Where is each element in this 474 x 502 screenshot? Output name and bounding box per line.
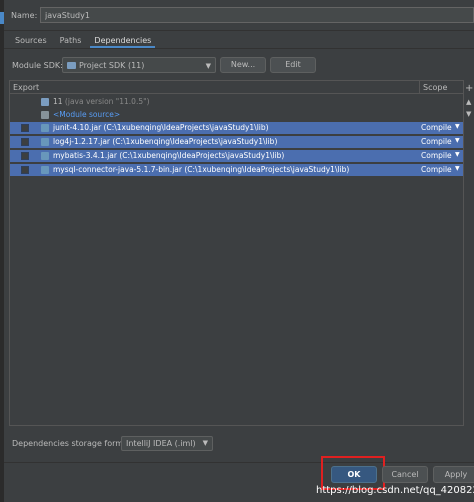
- export-checkbox[interactable]: [21, 166, 29, 174]
- column-scope[interactable]: Scope: [423, 83, 447, 92]
- chevron-down-icon[interactable]: ▼: [455, 151, 460, 158]
- storage-format-select[interactable]: IntelliJ IDEA (.iml) ▼: [121, 436, 213, 451]
- row-label: log4j-1.2.17.jar (C:\1xubenqing\IdeaProj…: [53, 137, 278, 146]
- library-icon: [41, 124, 49, 132]
- table-header: Export Scope: [10, 81, 463, 94]
- row-label: 11 (java version "11.0.5"): [53, 97, 150, 106]
- tab-dependencies[interactable]: Dependencies: [90, 35, 156, 48]
- name-label: Name:: [11, 11, 38, 20]
- new-sdk-button[interactable]: New...: [220, 57, 266, 73]
- table-row[interactable]: 11 (java version "11.0.5"): [10, 96, 463, 108]
- chevron-down-icon[interactable]: ▼: [455, 137, 460, 144]
- export-checkbox[interactable]: [21, 152, 29, 160]
- row-label: junit-4.10.jar (C:\1xubenqing\IdeaProjec…: [53, 123, 269, 132]
- scope-value[interactable]: Compile: [421, 165, 452, 174]
- tab-bar: Sources Paths Dependencies: [11, 35, 160, 48]
- library-icon: [41, 152, 49, 160]
- cancel-button[interactable]: Cancel: [382, 466, 428, 483]
- library-icon: [41, 138, 49, 146]
- divider: [4, 462, 474, 463]
- module-sdk-label: Module SDK:: [12, 61, 63, 70]
- tab-divider: [4, 48, 474, 49]
- library-icon: [41, 166, 49, 174]
- divider: [4, 30, 474, 31]
- table-row[interactable]: mysql-connector-java-5.1.7-bin.jar (C:\1…: [10, 164, 463, 176]
- scope-value[interactable]: Compile: [421, 137, 452, 146]
- chevron-down-icon: ▼: [202, 439, 208, 447]
- edit-sdk-button[interactable]: Edit: [270, 57, 316, 73]
- left-strip: [0, 0, 4, 502]
- name-input[interactable]: [40, 7, 474, 23]
- folder-icon: [67, 61, 76, 69]
- tab-sources[interactable]: Sources: [11, 35, 51, 48]
- row-label: mysql-connector-java-5.1.7-bin.jar (C:\1…: [53, 165, 350, 174]
- table-row[interactable]: <Module source>: [10, 109, 463, 121]
- table-row[interactable]: junit-4.10.jar (C:\1xubenqing\IdeaProjec…: [10, 122, 463, 134]
- side-toolbar: + ▲ ▼: [464, 80, 474, 426]
- left-accent: [0, 12, 4, 24]
- sdk-icon: [41, 98, 49, 106]
- module-sdk-value: Project SDK (11): [79, 60, 145, 70]
- scope-value[interactable]: Compile: [421, 151, 452, 160]
- folder-icon: [41, 111, 49, 119]
- column-divider: [419, 81, 420, 94]
- dependencies-table[interactable]: Export Scope 11 (java version "11.0.5") …: [9, 80, 464, 426]
- arrow-up-icon[interactable]: ▲: [466, 98, 471, 106]
- chevron-down-icon[interactable]: ▼: [455, 123, 460, 130]
- tab-paths[interactable]: Paths: [56, 35, 86, 48]
- arrow-down-icon[interactable]: ▼: [466, 110, 471, 118]
- module-sdk-select[interactable]: Project SDK (11) ▼: [62, 57, 216, 73]
- watermark: https://blog.csdn.net/qq_42082278: [316, 485, 474, 496]
- storage-format-label: Dependencies storage format:: [12, 439, 134, 448]
- export-checkbox[interactable]: [21, 138, 29, 146]
- table-row[interactable]: mybatis-3.4.1.jar (C:\1xubenqing\IdeaPro…: [10, 150, 463, 162]
- table-row[interactable]: log4j-1.2.17.jar (C:\1xubenqing\IdeaProj…: [10, 136, 463, 148]
- row-label: <Module source>: [53, 110, 121, 119]
- row-label: mybatis-3.4.1.jar (C:\1xubenqing\IdeaPro…: [53, 151, 285, 160]
- add-icon[interactable]: +: [465, 83, 473, 94]
- export-checkbox[interactable]: [21, 124, 29, 132]
- storage-format-value: IntelliJ IDEA (.iml): [126, 439, 196, 448]
- column-export[interactable]: Export: [13, 83, 39, 92]
- apply-button[interactable]: Apply: [433, 466, 474, 483]
- chevron-down-icon[interactable]: ▼: [455, 165, 460, 172]
- scope-value[interactable]: Compile: [421, 123, 452, 132]
- chevron-down-icon: ▼: [205, 62, 211, 70]
